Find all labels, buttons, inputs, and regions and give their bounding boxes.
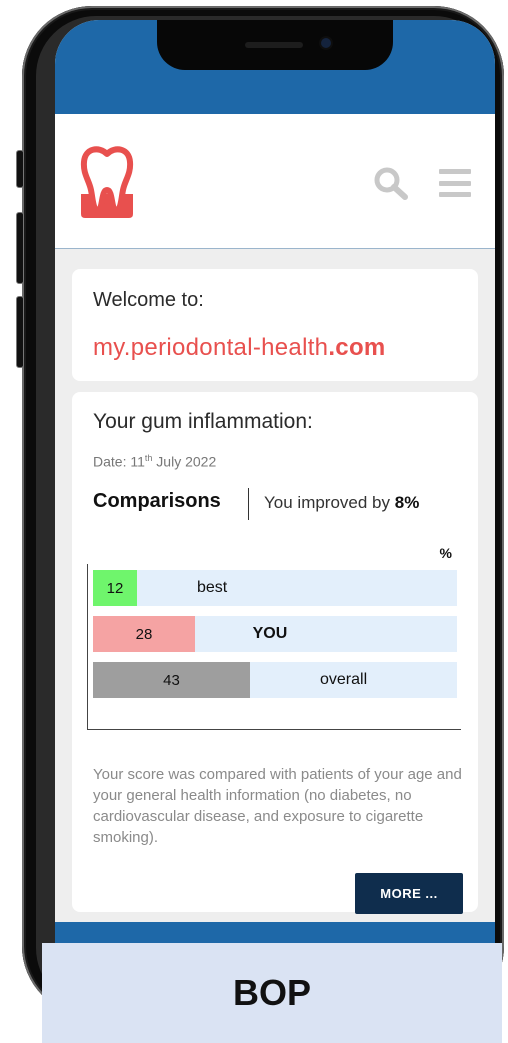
phone-notch xyxy=(157,20,393,70)
site-name-suffix: .com xyxy=(328,334,386,361)
comparison-bar-chart: 12 best 28 YOU 43 overall xyxy=(87,564,461,730)
improvement-value: 8% xyxy=(394,493,420,512)
bar-row-best: 12 best xyxy=(93,570,457,606)
gum-inflammation-card: Your gum inflammation: Date: 11th July 2… xyxy=(72,392,478,914)
bar-label-best: best xyxy=(197,579,228,596)
bar-row-overall: 43 overall xyxy=(93,662,457,698)
menu-icon[interactable] xyxy=(439,169,471,197)
heading-divider xyxy=(248,488,249,520)
bar-value-overall: 43 xyxy=(93,662,250,698)
site-name[interactable]: my.periodontal-health.com xyxy=(93,334,386,362)
phone-volume-down xyxy=(16,296,24,368)
card-title: Your gum inflammation: xyxy=(93,410,313,433)
percent-unit-label: % xyxy=(439,545,452,561)
bar-label-overall: overall xyxy=(320,671,368,688)
chart-x-axis xyxy=(87,729,461,730)
comparisons-heading: Comparisons xyxy=(93,490,221,512)
score-description: Your score was compared with patients of… xyxy=(93,766,462,846)
date-prefix: Date: 11 xyxy=(93,453,145,470)
bar-value-you: 28 xyxy=(93,616,195,652)
status-bar xyxy=(55,20,495,114)
date-suffix: July 2022 xyxy=(152,453,217,470)
bar-row-you: 28 YOU xyxy=(93,616,457,652)
more-button[interactable]: MORE ... xyxy=(355,873,463,914)
site-name-prefix: my.periodontal-health xyxy=(93,334,329,361)
improvement-text: You improved by 8% xyxy=(264,493,419,513)
phone-volume-up xyxy=(16,212,24,284)
bar-value-best: 12 xyxy=(93,570,137,606)
front-camera xyxy=(321,38,331,48)
chart-y-axis xyxy=(87,564,88,730)
tooth-logo-icon[interactable] xyxy=(79,144,135,218)
result-date: Date: 11th July 2022 xyxy=(93,453,216,470)
improvement-label: You improved by xyxy=(264,493,395,512)
welcome-text: Welcome to: xyxy=(93,289,204,311)
app-header xyxy=(55,114,495,249)
bar-label-you: YOU xyxy=(252,625,288,642)
phone-mute-switch xyxy=(16,150,24,188)
speaker-grille xyxy=(245,42,303,48)
phone-screen: Welcome to: my.periodontal-health.com Yo… xyxy=(55,20,495,1020)
bop-caption: BOP xyxy=(42,943,502,1043)
search-icon[interactable] xyxy=(373,166,409,200)
welcome-card: Welcome to: my.periodontal-health.com xyxy=(72,269,478,381)
